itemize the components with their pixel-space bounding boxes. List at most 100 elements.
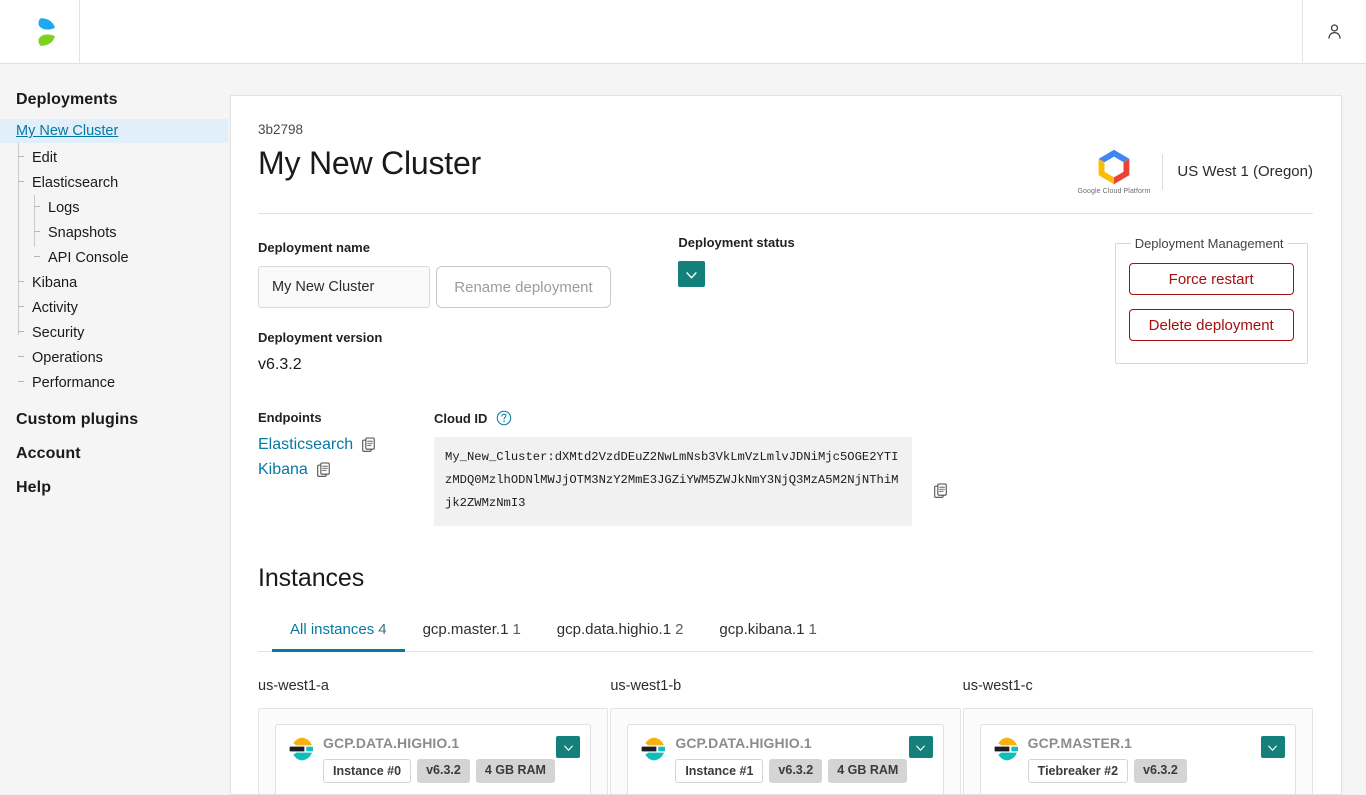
user-account-icon (1328, 24, 1341, 39)
sidebar-item-api-console[interactable]: API Console (0, 245, 228, 270)
sidebar-heading-deployments: Deployments (16, 91, 118, 108)
availability-zones: us-west1-a GCP.DATA.HIGHIO.1 Instance #0… (258, 678, 1313, 794)
elastic-cloud-logo-button[interactable] (0, 0, 80, 64)
deployment-name-controls: Rename deployment (258, 266, 678, 308)
sidebar-item-label: API Console (48, 249, 129, 266)
sidebar-item-help[interactable]: Help (0, 463, 228, 497)
endpoints-cloudid-row: Endpoints Elasticsearch Kibana Cloud ID … (258, 374, 1313, 526)
zone-us-west1-a: us-west1-a GCP.DATA.HIGHIO.1 Instance #0… (258, 678, 609, 794)
endpoint-link-kibana[interactable]: Kibana (258, 461, 308, 479)
instance-status-badge (908, 736, 933, 758)
sidebar-subtree: Edit Elasticsearch Logs Snapshots API Co… (0, 143, 228, 395)
instance-number-badge: Tiebreaker #2 (1027, 759, 1129, 783)
instance-version-badge: v6.3.2 (769, 759, 823, 783)
cloud-id-value-row: My_New_Cluster:dXMtd2VzdDEuZ2NwLmNsb3VkL… (434, 437, 1313, 526)
top-bar-spacer (80, 0, 1302, 64)
instance-status-badge (1260, 736, 1285, 758)
sidebar-item-operations[interactable]: Operations (0, 345, 228, 370)
tab-label: gcp.master.1 (422, 621, 509, 638)
elasticsearch-icon (994, 737, 1018, 761)
check-icon (686, 271, 698, 278)
force-restart-button[interactable]: Force restart (1128, 263, 1294, 295)
tab-label: gcp.data.highio.1 (556, 621, 672, 638)
sidebar-item-activity[interactable]: Activity (0, 295, 228, 320)
sidebar-item-snapshots[interactable]: Snapshots (0, 220, 228, 245)
region-divider (1162, 153, 1164, 190)
instance-ram-badge: 4 GB RAM (475, 759, 555, 783)
tab-count: 1 (512, 621, 521, 638)
zone-us-west1-b: us-west1-b GCP.DATA.HIGHIO.1 Instance #1… (610, 678, 961, 794)
tree-tick-icon (18, 356, 24, 357)
instance-badges: Instance #1 v6.3.2 4 GB RAM (675, 759, 908, 783)
elasticsearch-icon (289, 737, 314, 761)
help-circle-icon[interactable] (496, 410, 512, 426)
tab-count: 2 (675, 621, 684, 638)
copy-icon[interactable] (317, 462, 331, 478)
deployment-management-section: Deployment Management Force restart Dele… (1114, 214, 1313, 374)
sidebar-item-label: Activity (32, 299, 78, 316)
instance-number-badge: Instance #1 (675, 759, 764, 783)
instance-badges: Instance #0 v6.3.2 4 GB RAM (323, 759, 556, 783)
deployment-status-section: Deployment status (678, 214, 1114, 374)
instance-number-badge: Instance #0 (323, 759, 412, 783)
zone-us-west1-c: us-west1-c GCP.MASTER.1 Tiebreaker #2 v6… (962, 678, 1313, 794)
rename-deployment-button[interactable]: Rename deployment (436, 266, 611, 308)
tab-gcp-master-1[interactable]: gcp.master.1 1 (405, 615, 539, 652)
zone-label: us-west1-b (610, 678, 682, 694)
endpoint-elasticsearch-row: Elasticsearch (258, 436, 434, 454)
google-cloud-platform-icon (1098, 149, 1130, 185)
deployment-title-block: 3b2798 My New Cluster (258, 122, 481, 183)
sidebar-item-label: Elasticsearch (32, 174, 119, 191)
deployment-status-label: Deployment status (678, 235, 795, 250)
sidebar-item-account[interactable]: Account (0, 429, 228, 463)
sidebar-item-label: Kibana (32, 274, 78, 291)
delete-deployment-button[interactable]: Delete deployment (1128, 309, 1294, 341)
sidebar-item-logs[interactable]: Logs (0, 195, 228, 220)
instance-info: GCP.DATA.HIGHIO.1 Instance #0 v6.3.2 4 G… (323, 735, 556, 783)
tab-gcp-kibana-1[interactable]: gcp.kibana.1 1 (701, 615, 834, 652)
gcp-logo-wrap: Google Cloud Platform (1077, 148, 1150, 195)
sidebar-item-label: Security (32, 324, 85, 341)
instance-card[interactable]: GCP.DATA.HIGHIO.1 Instance #1 v6.3.2 4 G… (627, 724, 944, 794)
tab-all-instances[interactable]: All instances 4 (272, 615, 405, 652)
sidebar-item-label: Operations (32, 349, 103, 366)
deployment-detail-panel: 3b2798 My New Cluster Google Cloud Platf… (230, 95, 1342, 795)
instance-type-label: GCP.DATA.HIGHIO.1 (675, 735, 812, 751)
instance-card[interactable]: GCP.MASTER.1 Tiebreaker #2 v6.3.2 (979, 724, 1296, 794)
instance-info: GCP.DATA.HIGHIO.1 Instance #1 v6.3.2 4 G… (675, 735, 908, 783)
endpoint-kibana-row: Kibana (258, 461, 434, 479)
deployment-name-input[interactable] (258, 266, 430, 308)
instance-info: GCP.MASTER.1 Tiebreaker #2 v6.3.2 (1027, 735, 1261, 783)
instance-card[interactable]: GCP.DATA.HIGHIO.1 Instance #0 v6.3.2 4 G… (275, 724, 592, 794)
zone-label: us-west1-a (258, 678, 329, 694)
sidebar-item-performance[interactable]: Performance (0, 370, 228, 395)
deployment-version-label: Deployment version (258, 330, 383, 345)
sidebar-navigation: Deployments My New Cluster Edit Elastics… (0, 65, 228, 768)
check-icon (916, 745, 926, 751)
sidebar-item-custom-plugins[interactable]: Custom plugins (0, 395, 228, 429)
sidebar-item-security[interactable]: Security (0, 320, 228, 345)
provider-region-block: Google Cloud Platform US West 1 (Oregon) (1077, 148, 1313, 195)
copy-icon[interactable] (362, 437, 376, 453)
deployment-name-section: Deployment name Rename deployment Deploy… (258, 214, 678, 374)
cloud-id-header: Cloud ID (434, 410, 1313, 426)
deployment-summary-row: Deployment name Rename deployment Deploy… (258, 214, 1313, 374)
sidebar-item-edit[interactable]: Edit (0, 145, 228, 170)
user-menu-button[interactable] (1302, 0, 1366, 64)
page-title: My New Cluster (258, 145, 482, 181)
sidebar-item-kibana[interactable]: Kibana (0, 270, 228, 295)
sidebar-item-label: Edit (32, 149, 57, 166)
endpoints-section: Endpoints Elasticsearch Kibana (258, 410, 434, 526)
sidebar-item-elasticsearch[interactable]: Elasticsearch (0, 170, 228, 195)
copy-icon[interactable] (934, 483, 948, 499)
status-badge (678, 261, 706, 287)
elastic-cloud-logo (25, 16, 55, 47)
endpoint-link-elasticsearch[interactable]: Elasticsearch (258, 436, 353, 454)
tab-gcp-data-highio-1[interactable]: gcp.data.highio.1 2 (539, 615, 702, 652)
deployment-version-value: v6.3.2 (258, 356, 302, 373)
cloud-id-value[interactable]: My_New_Cluster:dXMtd2VzdDEuZ2NwLmNsb3VkL… (434, 437, 912, 526)
tree-tick-icon (18, 306, 24, 307)
check-icon (563, 745, 573, 751)
deployment-version-section: Deployment version v6.3.2 (258, 308, 678, 374)
sidebar-item-my-new-cluster[interactable]: My New Cluster (0, 119, 228, 143)
